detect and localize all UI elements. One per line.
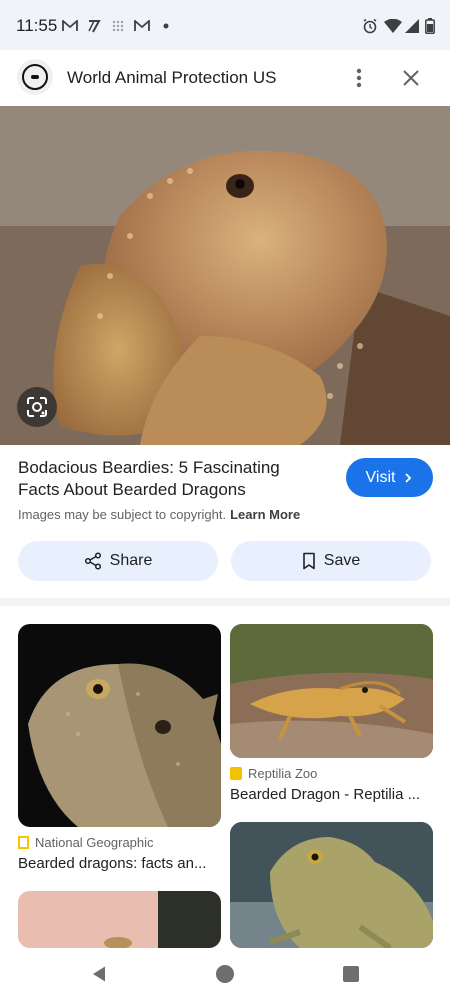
home-button[interactable] <box>214 963 236 985</box>
main-image[interactable] <box>0 106 450 445</box>
gmail-icon <box>62 17 78 35</box>
learn-more-link[interactable]: Learn More <box>230 507 300 522</box>
close-icon <box>403 70 419 86</box>
related-caption-1[interactable]: Bearded Dragon - Reptilia ... <box>230 786 430 803</box>
related-image[interactable] <box>18 624 221 827</box>
google-lens-icon <box>27 397 47 417</box>
related-caption-0[interactable]: Bearded dragons: facts an... <box>18 855 218 872</box>
save-button[interactable]: Save <box>231 541 431 581</box>
grid-icon <box>112 17 124 35</box>
site-title[interactable]: World Animal Protection US <box>67 68 276 88</box>
battery-icon <box>425 17 435 35</box>
close-button[interactable] <box>395 62 427 94</box>
alarm-icon <box>362 17 378 35</box>
national-geographic-icon <box>18 836 29 849</box>
home-icon <box>216 965 234 983</box>
related-source-0[interactable]: National Geographic <box>18 835 154 850</box>
share-button[interactable]: Share <box>18 541 218 581</box>
share-icon <box>84 552 101 570</box>
signal-icon <box>405 17 419 35</box>
related-source-name: National Geographic <box>35 835 154 850</box>
site-logo[interactable] <box>17 59 53 95</box>
section-divider <box>0 598 450 606</box>
chevron-right-icon <box>405 472 412 483</box>
recents-icon <box>343 966 359 982</box>
copyright-text: Images may be subject to copyright. <box>18 507 227 522</box>
more-vert-icon <box>356 68 362 88</box>
result-title[interactable]: Bodacious Beardies: 5 Fascinating Facts … <box>18 457 318 501</box>
copyright-notice: Images may be subject to copyright. Learn… <box>18 507 300 522</box>
visit-label: Visit <box>365 468 396 486</box>
bookmark-icon <box>302 552 315 570</box>
back-icon <box>93 966 105 982</box>
more-options-button[interactable] <box>343 62 375 94</box>
save-label: Save <box>323 552 361 569</box>
gmail-icon <box>134 17 150 35</box>
related-image[interactable] <box>230 822 433 948</box>
recents-button[interactable] <box>340 963 362 985</box>
reptilia-zoo-icon <box>230 767 242 780</box>
related-image[interactable] <box>230 624 433 758</box>
visit-button[interactable]: Visit <box>346 458 433 497</box>
lens-search-button[interactable] <box>17 387 57 427</box>
back-button[interactable] <box>88 963 110 985</box>
news-icon <box>85 17 103 35</box>
wifi-icon <box>384 17 402 35</box>
related-image[interactable] <box>18 891 221 948</box>
share-label: Share <box>109 552 153 569</box>
related-source-name: Reptilia Zoo <box>248 766 318 781</box>
status-time: 11:55 <box>16 16 58 35</box>
related-source-1[interactable]: Reptilia Zoo <box>230 766 317 781</box>
dot-icon <box>162 17 170 35</box>
